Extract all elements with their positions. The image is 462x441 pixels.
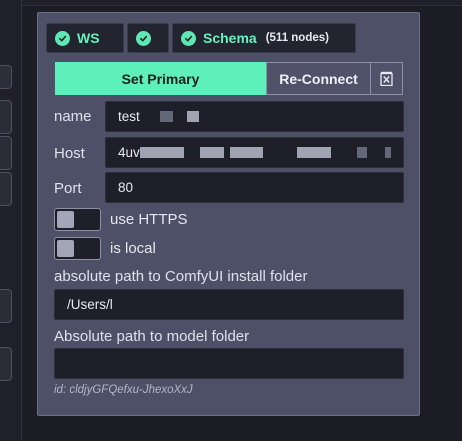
install-path-input[interactable]: /Users/l (54, 289, 404, 320)
redaction-block (385, 147, 391, 158)
redaction-block (229, 147, 263, 158)
sidebar-fragment[interactable] (0, 289, 12, 323)
redaction-block (296, 147, 332, 158)
local-toggle-label: is local (110, 240, 156, 257)
check-circle-icon (181, 30, 196, 46)
sidebar-fragment[interactable] (0, 347, 12, 381)
model-path-input[interactable] (54, 348, 404, 379)
schema-node-count: (511 nodes) (265, 32, 329, 44)
install-path-value: /Users/l (67, 297, 113, 312)
toggle-knob (57, 211, 74, 228)
schema-status-tab[interactable]: Schema (511 nodes) (172, 23, 356, 53)
port-label: Port (54, 180, 82, 197)
port-input[interactable]: 80 (105, 172, 404, 203)
delete-button[interactable] (371, 62, 403, 95)
status-row: WS Schema (511 nodes) (46, 23, 356, 53)
install-path-label: absolute path to ComfyUI install folder (54, 268, 308, 285)
port-value: 80 (118, 180, 134, 195)
host-id: id: cldjyGFQefxu-JhexoXxJ (54, 384, 193, 396)
check-circle-icon (136, 30, 151, 46)
ws-status-tab[interactable]: WS (46, 23, 124, 53)
https-toggle[interactable] (54, 208, 101, 231)
sidebar-fragment[interactable] (0, 136, 12, 170)
name-label: name (54, 108, 92, 125)
host-label: Host (54, 145, 85, 162)
host-input[interactable]: 4uv (105, 137, 404, 168)
action-buttons: Set Primary Re-Connect (55, 62, 403, 95)
redaction-block (200, 147, 224, 158)
reconnect-button[interactable]: Re-Connect (266, 62, 371, 95)
name-input[interactable]: test (105, 101, 404, 132)
ws-label: WS (77, 30, 100, 46)
left-sidebar-strip (0, 0, 22, 441)
top-divider (22, 0, 462, 6)
model-path-label: Absolute path to model folder (54, 328, 250, 345)
host-config-panel: WS Schema (511 nodes) Set Primary Re-Con… (37, 12, 420, 416)
host-value: 4uv (118, 145, 140, 160)
redaction-block (139, 147, 185, 158)
check-circle-icon (55, 30, 70, 46)
status-check-tab[interactable] (127, 23, 169, 53)
local-toggle[interactable] (54, 237, 101, 260)
https-toggle-label: use HTTPS (110, 211, 188, 228)
redaction-block (186, 111, 199, 122)
set-primary-button[interactable]: Set Primary (55, 62, 266, 95)
sidebar-fragment[interactable] (0, 65, 12, 89)
schema-label: Schema (203, 30, 257, 46)
toggle-knob (57, 240, 74, 257)
sidebar-fragment[interactable] (0, 100, 12, 134)
redaction-block (159, 111, 173, 122)
name-value: test (118, 109, 140, 124)
sidebar-fragment[interactable] (0, 172, 12, 206)
delete-icon (380, 71, 393, 86)
redaction-block (357, 147, 368, 158)
